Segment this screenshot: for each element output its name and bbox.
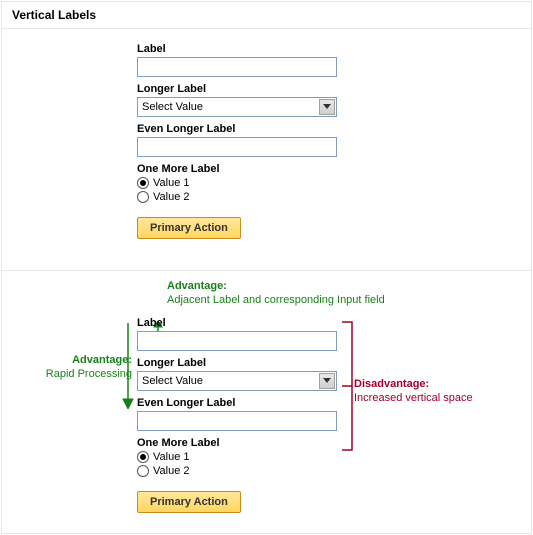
radio-label: Value 2: [153, 465, 190, 477]
even-longer-label-input[interactable]: [137, 137, 337, 157]
annotation-text: Rapid Processing: [46, 368, 132, 380]
radio-option-2[interactable]: Value 2: [137, 191, 357, 203]
select-value: Select Value: [142, 101, 203, 113]
field-one-more-label-text: One More Label: [137, 437, 357, 449]
radio-icon: [137, 465, 149, 477]
longer-label-select[interactable]: Select Value: [137, 371, 337, 391]
radio-label: Value 2: [153, 191, 190, 203]
chevron-down-icon: [319, 373, 335, 389]
section-title: Vertical Labels: [12, 8, 96, 22]
primary-action-label: Primary Action: [150, 222, 228, 234]
primary-action-label: Primary Action: [150, 496, 228, 508]
field-longer-label: Longer Label Select Value: [137, 357, 357, 391]
field-longer-label-text: Longer Label: [137, 83, 357, 95]
field-one-more-label: One More Label Value 1 Value 2: [137, 437, 357, 477]
form-plain: Label Longer Label Select Value Even Lon…: [137, 43, 357, 239]
field-label-text: Label: [137, 43, 357, 55]
radio-option-1[interactable]: Value 1: [137, 451, 357, 463]
radio-icon: [137, 191, 149, 203]
field-longer-label-text: Longer Label: [137, 357, 357, 369]
field-label: Label: [137, 317, 357, 351]
field-even-longer-label-text: Even Longer Label: [137, 397, 357, 409]
panel-plain: Label Longer Label Select Value Even Lon…: [2, 29, 531, 271]
radio-group: Value 1 Value 2: [137, 451, 357, 477]
even-longer-label-input[interactable]: [137, 411, 337, 431]
annotation-text: Adjacent Label and corresponding Input f…: [167, 294, 385, 306]
longer-label-select[interactable]: Select Value: [137, 97, 337, 117]
field-even-longer-label: Even Longer Label: [137, 397, 357, 431]
arrow-down-icon: [121, 323, 135, 409]
radio-option-1[interactable]: Value 1: [137, 177, 357, 189]
primary-action-button[interactable]: Primary Action: [137, 491, 241, 513]
radio-group: Value 1 Value 2: [137, 177, 357, 203]
primary-action-button[interactable]: Primary Action: [137, 217, 241, 239]
annotation-disadvantage: Disadvantage: Increased vertical space: [354, 377, 524, 406]
annotation-text: Increased vertical space: [354, 392, 473, 404]
select-value: Select Value: [142, 375, 203, 387]
radio-label: Value 1: [153, 177, 190, 189]
field-one-more-label-text: One More Label: [137, 163, 357, 175]
field-one-more-label: One More Label Value 1 Value 2: [137, 163, 357, 203]
demo-container: Vertical Labels Label Longer Label Selec…: [1, 1, 532, 534]
radio-icon: [137, 451, 149, 463]
label-input[interactable]: [137, 57, 337, 77]
field-label-text: Label: [137, 317, 357, 329]
section-header: Vertical Labels: [2, 2, 531, 29]
radio-option-2[interactable]: Value 2: [137, 465, 357, 477]
label-input[interactable]: [137, 331, 337, 351]
radio-label: Value 1: [153, 451, 190, 463]
form-annotated: Label Longer Label Select Value Even Lon…: [137, 317, 357, 513]
field-label: Label: [137, 43, 357, 77]
field-even-longer-label-text: Even Longer Label: [137, 123, 357, 135]
field-longer-label: Longer Label Select Value: [137, 83, 357, 117]
annotation-title: Disadvantage:: [354, 378, 429, 390]
field-even-longer-label: Even Longer Label: [137, 123, 357, 157]
chevron-down-icon: [319, 99, 335, 115]
annotation-advantage-rapid: Advantage: Rapid Processing: [20, 353, 132, 382]
radio-icon: [137, 177, 149, 189]
annotation-title: Advantage:: [167, 280, 227, 292]
panel-annotated: Advantage: Adjacent Label and correspond…: [2, 271, 531, 533]
annotation-advantage-adjacent: Advantage: Adjacent Label and correspond…: [167, 279, 467, 308]
